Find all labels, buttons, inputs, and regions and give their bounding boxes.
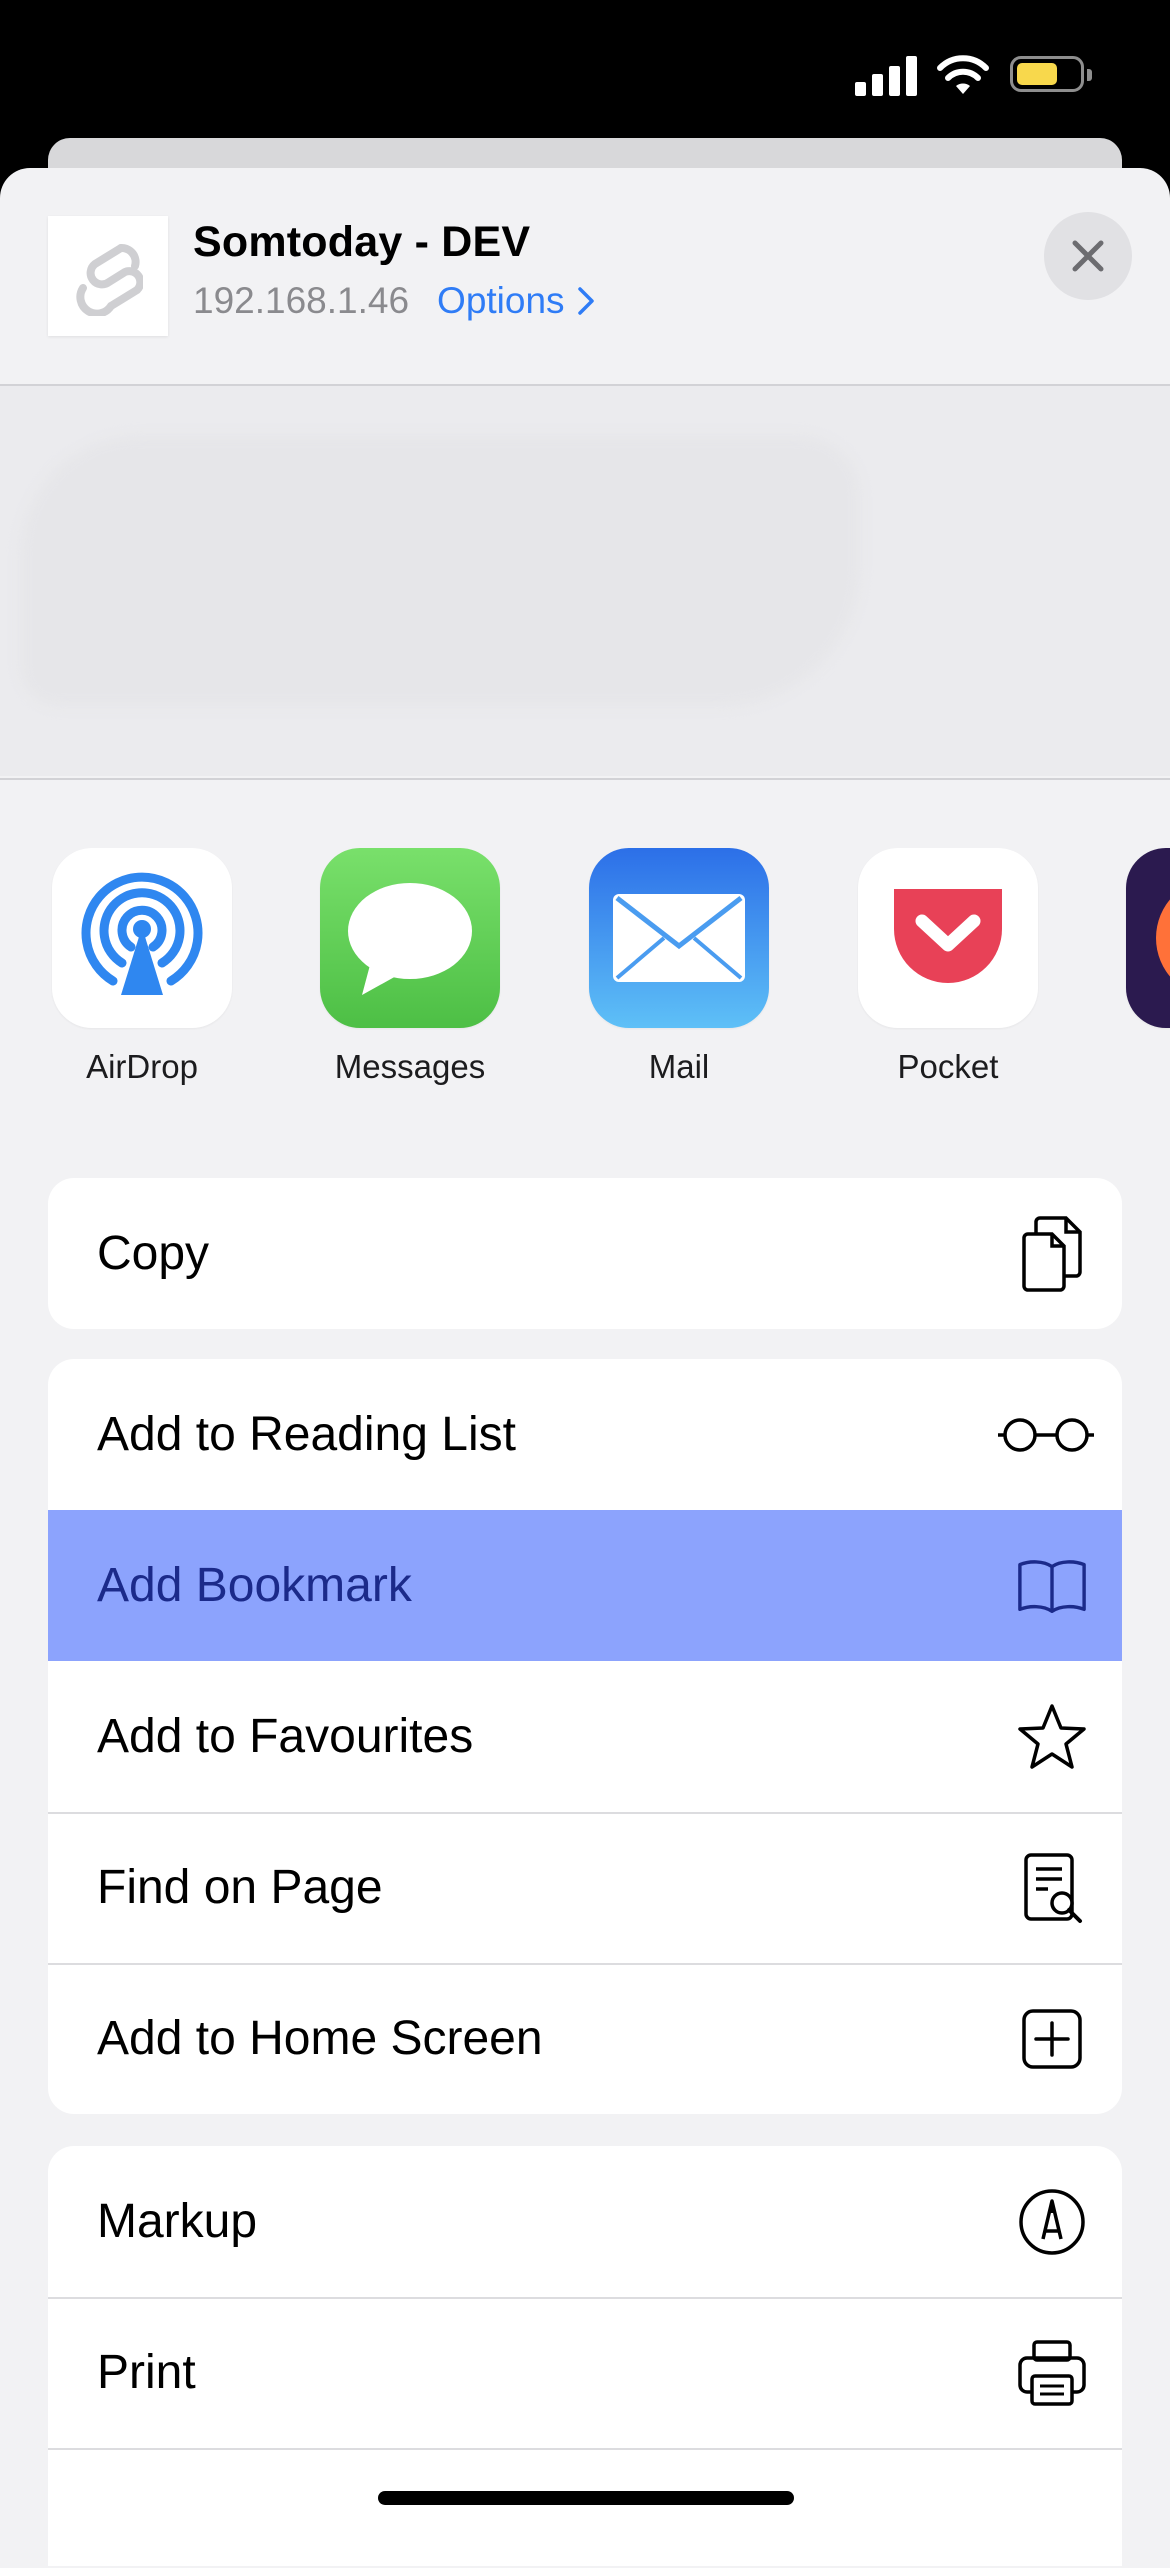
app-airdrop[interactable]: AirDrop (52, 848, 232, 1086)
add-to-reading-list-action[interactable]: Add to Reading List (48, 1359, 1122, 1510)
preview-area (0, 386, 1170, 776)
wifi-icon (937, 55, 989, 94)
action-label: Print (97, 2346, 196, 2399)
close-icon (1072, 240, 1104, 272)
preview-divider (0, 778, 1170, 780)
printer-icon (1016, 2337, 1088, 2409)
airdrop-icon (52, 848, 232, 1028)
action-group-browser: Add to Reading List Add Bookmark Add to … (48, 1359, 1122, 2114)
chevron-right-icon (577, 287, 594, 315)
app-mail[interactable]: Mail (589, 848, 769, 1086)
status-bar (0, 0, 1170, 140)
options-label: Options (437, 280, 565, 321)
home-indicator (378, 2491, 794, 2505)
more-action[interactable] (48, 2448, 1122, 2566)
app-label: Messages (334, 1048, 486, 1085)
svelte-logo-icon (48, 216, 168, 336)
app-label: F (1126, 1048, 1170, 1086)
share-apps-row: AirDrop Messages Mail Pocket (0, 848, 1170, 1098)
copy-icon (1016, 1216, 1088, 1292)
add-to-favourites-action[interactable]: Add to Favourites (48, 1661, 1122, 1812)
close-button[interactable] (1044, 212, 1132, 300)
add-square-icon (1016, 2003, 1088, 2075)
app-label: Pocket (897, 1048, 999, 1085)
share-sheet: Somtoday - DEV 192.168.1.46 Options AirD… (0, 168, 1170, 2568)
book-icon (1016, 1550, 1088, 1622)
action-label: Add to Reading List (97, 1408, 516, 1461)
cellular-signal-icon (855, 56, 917, 96)
app-pocket[interactable]: Pocket (858, 848, 1038, 1086)
host-address: 192.168.1.46 (193, 280, 410, 321)
find-page-icon (1016, 1852, 1088, 1924)
action-label: Markup (97, 2195, 258, 2248)
print-action[interactable]: Print (48, 2297, 1122, 2448)
share-header: Somtoday - DEV 192.168.1.46 Options (0, 168, 1170, 384)
battery-icon (1010, 56, 1092, 92)
star-icon (1016, 1701, 1088, 1773)
page-title: Somtoday - DEV (193, 218, 531, 266)
app-label: AirDrop (86, 1048, 198, 1085)
action-label: Add Bookmark (97, 1559, 412, 1612)
find-on-page-action[interactable]: Find on Page (48, 1812, 1122, 1963)
add-to-home-screen-action[interactable]: Add to Home Screen (48, 1963, 1122, 2114)
action-label: Add to Home Screen (97, 2012, 543, 2065)
action-label: Copy (97, 1227, 210, 1280)
markup-action[interactable]: Markup (48, 2146, 1122, 2297)
glasses-icon (996, 1399, 1096, 1471)
options-button[interactable]: Options (437, 280, 595, 322)
app-label: Mail (648, 1048, 710, 1085)
app-firefox[interactable]: F (1126, 848, 1170, 1086)
mail-icon (589, 848, 769, 1028)
messages-icon (320, 848, 500, 1028)
action-group-copy: Copy (48, 1178, 1122, 1329)
action-label: Add to Favourites (97, 1710, 474, 1763)
firefox-icon (1126, 848, 1170, 1028)
page-subtitle: 192.168.1.46 Options (193, 280, 595, 322)
add-bookmark-action[interactable]: Add Bookmark (48, 1510, 1122, 1661)
action-label: Find on Page (97, 1861, 383, 1914)
app-messages[interactable]: Messages (320, 848, 500, 1086)
copy-action[interactable]: Copy (48, 1178, 1122, 1329)
pocket-icon (858, 848, 1038, 1028)
markup-icon (1016, 2186, 1088, 2258)
